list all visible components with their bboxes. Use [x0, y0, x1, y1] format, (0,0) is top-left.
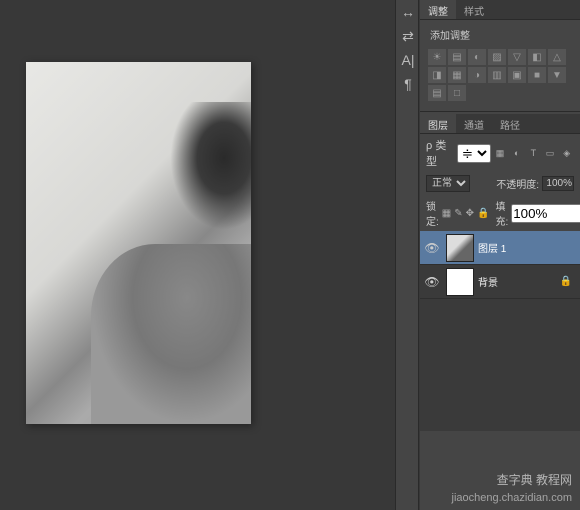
filter-type-icon[interactable]: T	[526, 146, 541, 160]
adj-levels-icon[interactable]: ▤	[448, 49, 466, 65]
tab-adjustments[interactable]: 调整	[420, 0, 456, 19]
lock-row: 锁定: ▦ ✎ ✥ 🔒 填充:	[420, 195, 580, 231]
kind-label: ρ 类型	[426, 137, 455, 169]
adj-bw-icon[interactable]: ◨	[428, 67, 446, 83]
blend-row: 正常 不透明度:	[420, 172, 580, 195]
adj-hue-icon[interactable]: ◧	[528, 49, 546, 65]
kind-select[interactable]: ≑	[457, 144, 491, 163]
lock-all-icon[interactable]: 🔒	[477, 206, 489, 220]
adj-posterize-icon[interactable]: ■	[528, 67, 546, 83]
blend-mode-select[interactable]: 正常	[426, 175, 470, 192]
lock-position-icon[interactable]: ✥	[466, 206, 474, 220]
adj-threshold-icon[interactable]: ▼	[548, 67, 566, 83]
adj-colorbalance-icon[interactable]: △	[548, 49, 566, 65]
adjust-tabs: 调整 样式	[420, 0, 580, 20]
adj-selective-icon[interactable]: □	[448, 85, 466, 101]
divider	[420, 111, 580, 112]
lock-label: 锁定:	[426, 198, 439, 228]
tab-layers[interactable]: 图层	[420, 114, 456, 133]
fill-input[interactable]	[511, 204, 580, 223]
adj-exposure-icon[interactable]: ▨	[488, 49, 506, 65]
opacity-input[interactable]	[542, 176, 574, 191]
fill-label: 填充:	[495, 198, 508, 228]
tool-swap-icon[interactable]: ⇄	[396, 24, 420, 48]
adj-colorlookup-icon[interactable]: ▥	[488, 67, 506, 83]
adj-gradmap-icon[interactable]: ▤	[428, 85, 446, 101]
tool-options-strip: ↔ ⇄ A| ¶	[395, 0, 419, 510]
layer-thumbnail[interactable]	[446, 234, 474, 262]
layer-thumbnail[interactable]	[446, 268, 474, 296]
adjustments-icons: ☀ ▤ ◐ ▨ ▽ ◧ △ ◨ ▦ ◑ ▥ ▣ ■ ▼ ▤ □	[424, 45, 576, 105]
lock-icon: 🔒	[560, 276, 572, 287]
adj-vibrance-icon[interactable]: ▽	[508, 49, 526, 65]
tool-paragraph-icon[interactable]: ¶	[396, 72, 420, 96]
canvas-area	[0, 0, 390, 510]
tab-styles[interactable]: 样式	[456, 0, 492, 19]
tool-text-icon[interactable]: A|	[396, 48, 420, 72]
layer-list: 👁 图层 1 👁 背景 🔒	[420, 231, 580, 431]
tool-move-icon[interactable]: ↔	[396, 0, 420, 24]
opacity-label: 不透明度:	[496, 176, 539, 191]
layer-name[interactable]: 图层 1	[478, 240, 506, 255]
layer-name[interactable]: 背景	[478, 274, 498, 289]
watermark-title: 查字典 教程网	[497, 471, 572, 488]
layer-item[interactable]: 👁 背景 🔒	[420, 265, 580, 299]
adj-curves-icon[interactable]: ◐	[468, 49, 486, 65]
adj-photofilter-icon[interactable]: ▦	[448, 67, 466, 83]
lock-transparency-icon[interactable]: ▦	[442, 206, 451, 220]
layer-item[interactable]: 👁 图层 1	[420, 231, 580, 265]
filter-pixel-icon[interactable]: ▦	[493, 146, 508, 160]
visibility-toggle-icon[interactable]: 👁	[422, 275, 442, 289]
filter-shape-icon[interactable]: ▭	[543, 146, 558, 160]
right-panels: 调整 样式 添加调整 ☀ ▤ ◐ ▨ ▽ ◧ △ ◨ ▦ ◑ ▥ ▣ ■ ▼ ▤…	[420, 0, 580, 510]
layers-panel: 图层 通道 路径 ρ 类型 ≑ ▦ ◐ T ▭ ◈ 正常 不透明度: 锁定: ▦	[420, 114, 580, 431]
layer-tabs: 图层 通道 路径	[420, 114, 580, 134]
adj-invert-icon[interactable]: ▣	[508, 67, 526, 83]
tab-paths[interactable]: 路径	[492, 114, 528, 133]
canvas-image[interactable]	[26, 62, 251, 424]
adj-brightness-icon[interactable]: ☀	[428, 49, 446, 65]
filter-adjust-icon[interactable]: ◐	[509, 146, 524, 160]
adjustments-panel: 添加调整 ☀ ▤ ◐ ▨ ▽ ◧ △ ◨ ▦ ◑ ▥ ▣ ■ ▼ ▤ □	[420, 20, 580, 109]
adjustments-title: 添加调整	[424, 24, 576, 45]
lock-pixels-icon[interactable]: ✎	[454, 206, 462, 220]
tab-channels[interactable]: 通道	[456, 114, 492, 133]
adj-channelmixer-icon[interactable]: ◑	[468, 67, 486, 83]
layer-kind-filter: ρ 类型 ≑ ▦ ◐ T ▭ ◈	[420, 134, 580, 172]
watermark-url: jiaocheng.chazidian.com	[452, 492, 572, 504]
visibility-toggle-icon[interactable]: 👁	[422, 241, 442, 255]
filter-smart-icon[interactable]: ◈	[559, 146, 574, 160]
